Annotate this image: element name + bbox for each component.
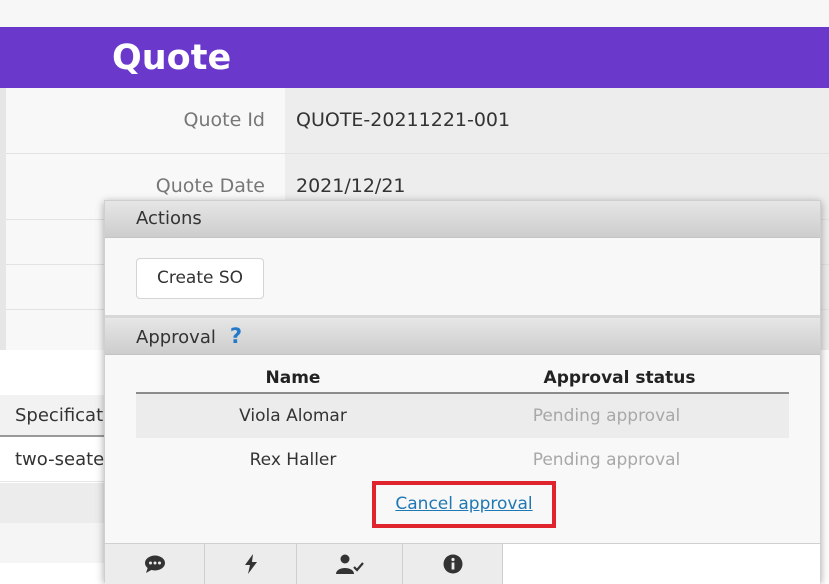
column-header-approval-status: Approval status bbox=[543, 368, 696, 388]
actions-section-header: Actions bbox=[105, 201, 820, 238]
tab-comments[interactable] bbox=[105, 544, 205, 584]
page-title: Quote bbox=[112, 38, 232, 78]
cancel-approval-link[interactable]: Cancel approval bbox=[376, 485, 552, 524]
spec-column-header[interactable]: Specificat bbox=[0, 395, 110, 437]
table-row[interactable]: two-seate bbox=[0, 437, 110, 482]
tab-info[interactable] bbox=[403, 544, 503, 584]
approval-section-header: Approval? bbox=[105, 318, 820, 355]
table-row: Rex Haller Pending approval bbox=[136, 438, 789, 482]
quote-id-value[interactable]: QUOTE-20211221-001 bbox=[285, 88, 829, 153]
help-icon[interactable]: ? bbox=[230, 324, 242, 348]
approval-status: Pending approval bbox=[532, 450, 681, 470]
form-row-quote-id: Quote Id QUOTE-20211221-001 bbox=[6, 88, 829, 154]
table-row bbox=[0, 483, 110, 523]
info-icon bbox=[443, 554, 462, 574]
approval-table-header: Name Approval status bbox=[136, 363, 789, 394]
approval-header-label: Approval bbox=[136, 327, 216, 348]
bottom-tab-bar bbox=[105, 543, 820, 584]
top-strip bbox=[0, 0, 829, 27]
approval-status: Pending approval bbox=[532, 406, 681, 426]
lightning-icon bbox=[244, 554, 257, 574]
user-check-icon bbox=[335, 554, 364, 574]
column-header-name: Name bbox=[265, 368, 321, 388]
table-row: Viola Alomar Pending approval bbox=[136, 394, 789, 438]
title-bar: Quote bbox=[0, 27, 829, 88]
create-so-button[interactable]: Create SO bbox=[136, 258, 264, 299]
approver-name: Rex Haller bbox=[249, 450, 337, 470]
tab-actions[interactable] bbox=[205, 544, 297, 584]
cancel-approval-highlight: Cancel approval bbox=[372, 481, 556, 528]
tab-approvers[interactable] bbox=[297, 544, 403, 584]
actions-popup: Actions Create SO Approval? Name Approva… bbox=[104, 200, 821, 584]
comment-icon bbox=[144, 555, 165, 573]
table-row bbox=[0, 523, 110, 563]
approver-name: Viola Alomar bbox=[239, 406, 347, 426]
quote-id-label: Quote Id bbox=[6, 88, 285, 153]
